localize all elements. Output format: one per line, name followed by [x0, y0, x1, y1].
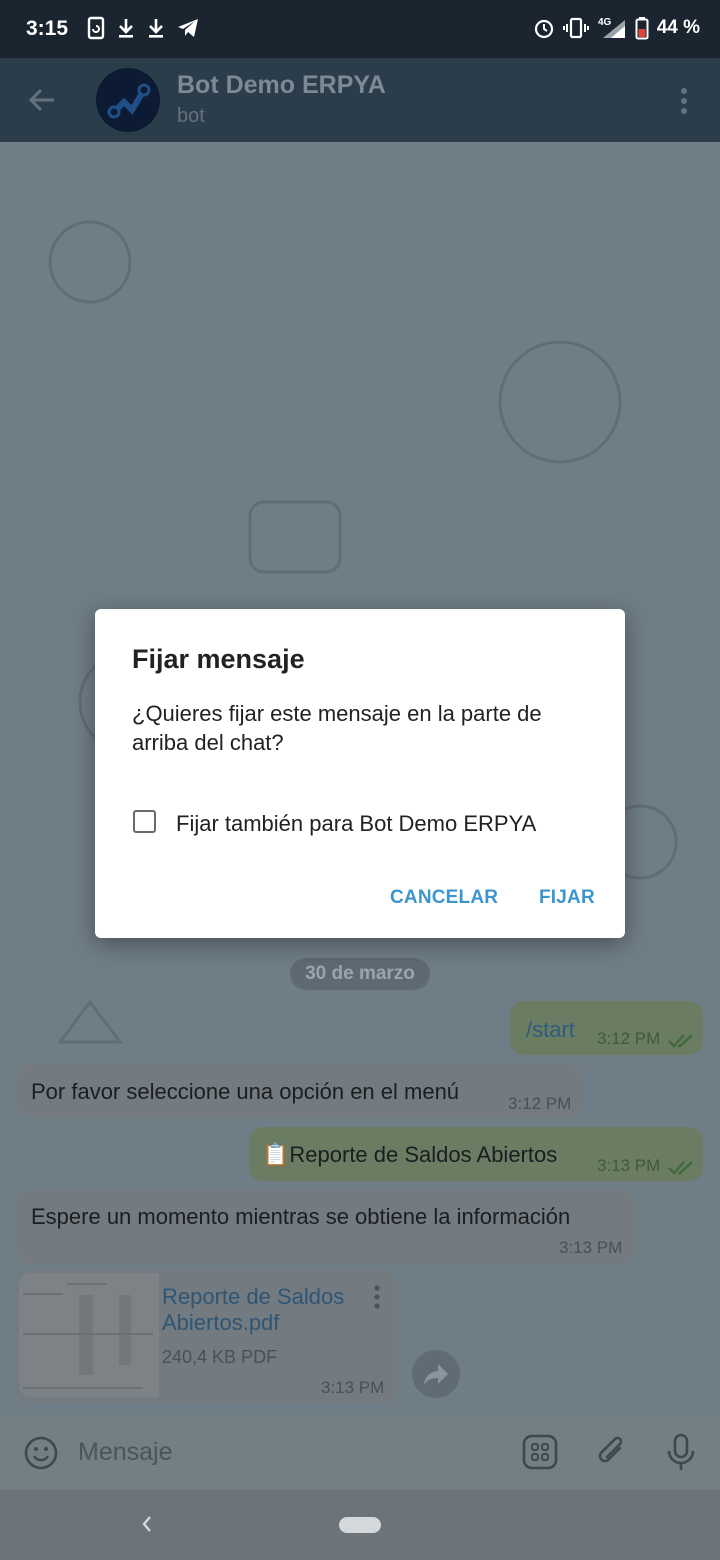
pdf-thumbnail[interactable] [19, 1273, 159, 1397]
message-input-bar: Mensaje [0, 1414, 720, 1490]
cancel-button[interactable]: CANCELAR [390, 887, 498, 909]
download-icon [146, 16, 166, 40]
battery-icon [635, 16, 649, 40]
message-text[interactable]: /start [526, 1017, 575, 1043]
more-vertical-icon[interactable] [672, 86, 696, 116]
message-time: 3:12 PM [508, 1094, 572, 1113]
pin-message-dialog: Fijar mensaje ¿Quieres fijar este mensaj… [95, 609, 625, 938]
alarm-icon [533, 16, 555, 40]
message-bubble-outgoing[interactable]: /start 3:12 PM [510, 1001, 703, 1055]
dialog-title: Fijar mensaje [132, 644, 305, 674]
network-type-label: 4G [598, 17, 612, 28]
dialog-message: ¿Quieres fijar este mensaje en la parte … [132, 701, 542, 755]
message-text[interactable]: Espere un momento mientras se obtiene la… [31, 1204, 570, 1230]
document-name[interactable]: Reporte de Saldos Abiertos.pdf [162, 1284, 362, 1336]
more-vertical-icon[interactable] [369, 1284, 385, 1312]
message-text[interactable]: 📋Reporte de Saldos Abiertos [262, 1142, 557, 1168]
microphone-icon[interactable] [664, 1432, 698, 1472]
nav-home-pill[interactable] [339, 1517, 381, 1533]
chat-header: Bot Demo ERPYA bot [0, 58, 720, 142]
double-check-icon [668, 1156, 694, 1182]
share-arrow-icon [424, 1364, 448, 1385]
bot-commands-icon[interactable] [522, 1434, 558, 1470]
message-time: 3:13 PM [597, 1156, 661, 1175]
message-bubble-incoming[interactable]: Espere un momento mientras se obtiene la… [16, 1190, 636, 1264]
emoji-icon[interactable] [24, 1436, 58, 1470]
date-separator: 30 de marzo [290, 958, 430, 990]
forward-button[interactable] [412, 1350, 460, 1398]
message-time: 3:13 PM [321, 1378, 385, 1397]
message-text[interactable]: Por favor seleccione una opción en el me… [31, 1079, 459, 1105]
bot-logo-icon [107, 83, 151, 119]
pin-for-both-checkbox[interactable] [133, 810, 156, 833]
nav-back-icon[interactable] [138, 1512, 156, 1536]
system-nav-bar [0, 1490, 720, 1560]
battery-percent: 44 % [656, 17, 700, 38]
signal-icon: 4G [597, 16, 627, 40]
message-input[interactable]: Mensaje [78, 1438, 173, 1467]
document-message[interactable]: Reporte de Saldos Abiertos.pdf 240,4 KB … [16, 1270, 397, 1404]
chat-subtitle: bot [177, 105, 205, 127]
download-icon [116, 16, 136, 40]
document-size: 240,4 KB PDF [162, 1347, 278, 1367]
pin-button[interactable]: FIJAR [539, 887, 595, 909]
message-bubble-incoming[interactable]: Por favor seleccione una opción en el me… [16, 1064, 584, 1118]
avatar[interactable] [96, 68, 160, 132]
chat-title[interactable]: Bot Demo ERPYA [177, 71, 386, 100]
status-time: 3:15 [26, 17, 69, 40]
status-notification-icons [86, 16, 200, 40]
back-arrow-icon[interactable] [22, 80, 62, 120]
attach-icon[interactable] [594, 1434, 630, 1470]
sync-icon [86, 16, 106, 40]
status-system-icons: 4G 44 % [533, 16, 700, 40]
message-time: 3:13 PM [559, 1238, 623, 1257]
status-bar: 3:15 4G 44 % [0, 0, 720, 58]
message-time: 3:12 PM [597, 1029, 661, 1048]
message-bubble-outgoing[interactable]: 📋Reporte de Saldos Abiertos 3:13 PM [249, 1127, 703, 1181]
vibrate-icon [562, 16, 589, 40]
checkbox-label[interactable]: Fijar también para Bot Demo ERPYA [176, 811, 536, 837]
double-check-icon [668, 1029, 694, 1055]
telegram-icon [176, 16, 200, 40]
